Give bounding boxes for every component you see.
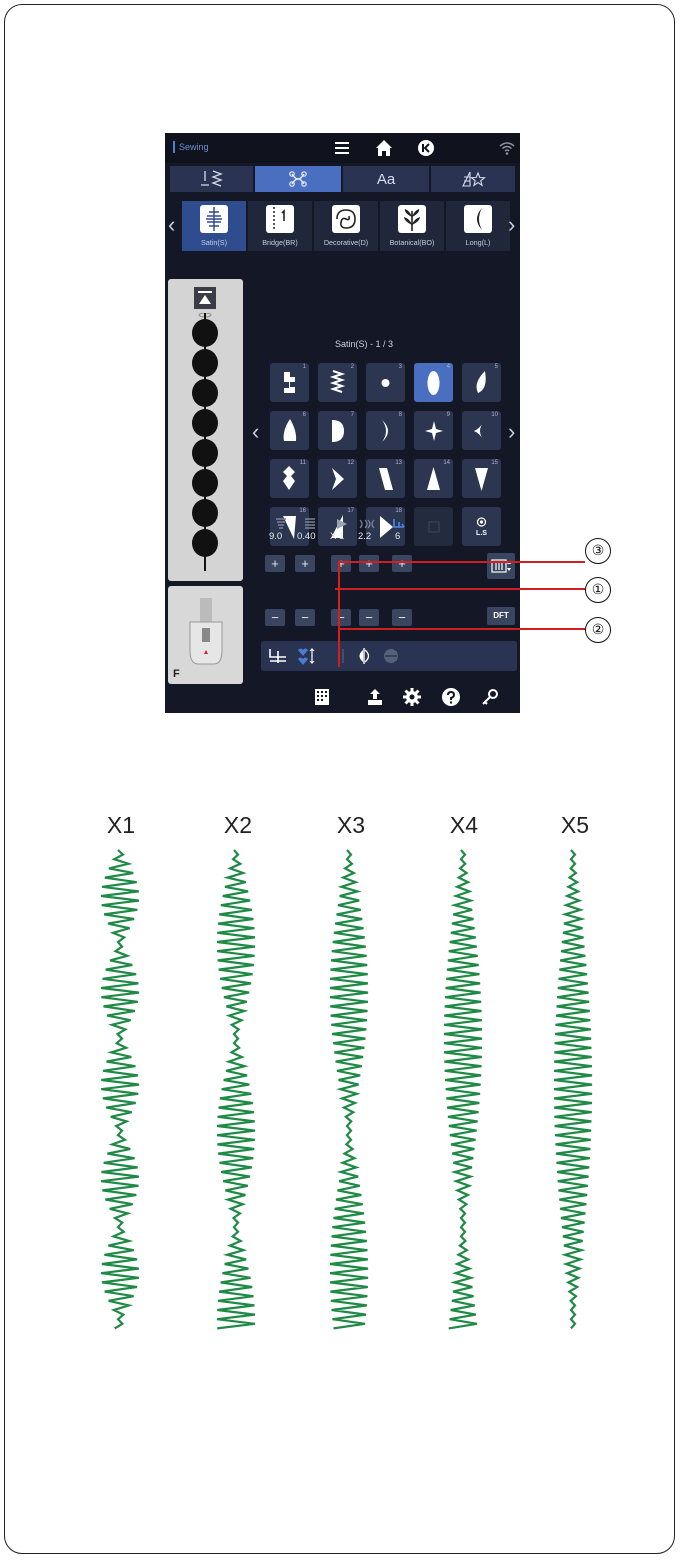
elongation-stitch-x1 xyxy=(100,849,140,1330)
elongation-stitch-x4 xyxy=(443,849,483,1330)
callout-1: ① xyxy=(585,577,611,603)
callout-2: ② xyxy=(585,617,611,643)
elongation-label-x4: X4 xyxy=(449,812,479,838)
callout-3: ③ xyxy=(585,538,611,564)
elongation-label-x5: X5 xyxy=(560,812,590,838)
satin-stitch-line xyxy=(216,849,256,1330)
elongation-stitch-x5 xyxy=(553,849,593,1330)
elongation-examples xyxy=(100,849,593,1330)
elongation-label-x2: X2 xyxy=(223,812,253,838)
satin-stitch-line xyxy=(443,849,483,1330)
satin-stitch-line xyxy=(553,849,593,1330)
elongation-stitch-x2 xyxy=(216,849,256,1330)
callout-lines xyxy=(335,561,585,667)
elongation-label-x3: X3 xyxy=(336,812,366,838)
satin-stitch-line xyxy=(100,849,140,1330)
satin-stitch-line xyxy=(329,849,369,1330)
elongation-stitch-x3 xyxy=(329,849,369,1330)
elongation-label-x1: X1 xyxy=(106,812,136,838)
